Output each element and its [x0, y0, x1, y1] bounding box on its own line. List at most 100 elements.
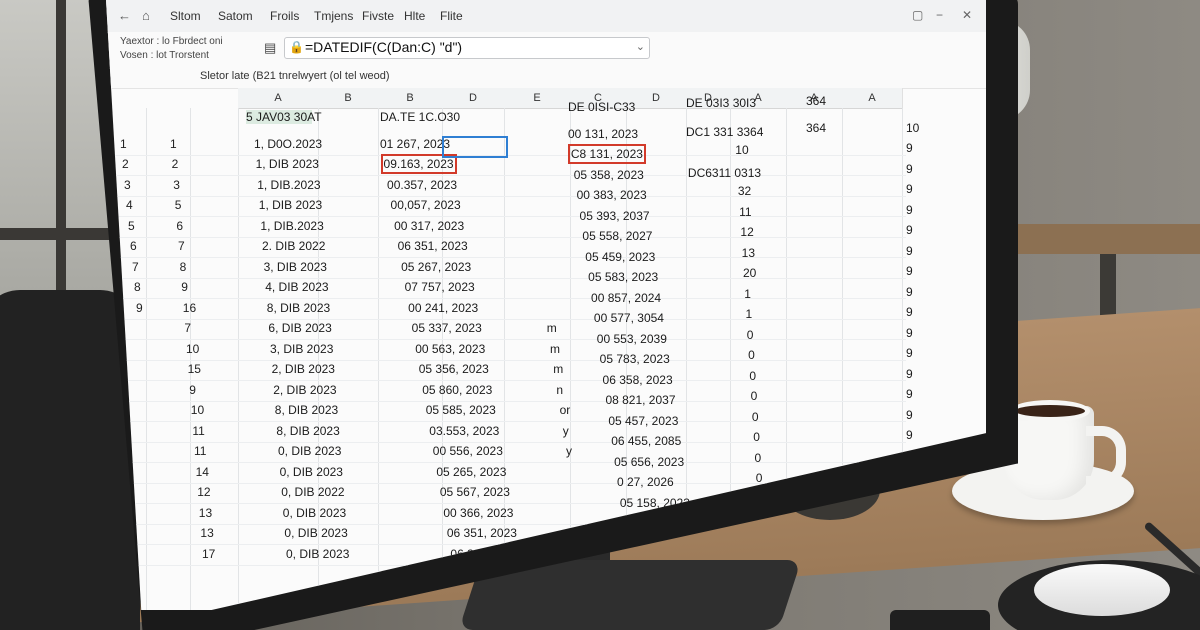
cell-d2[interactable]: 0	[754, 451, 761, 465]
cell-last[interactable]: 9	[906, 141, 913, 155]
cell-c[interactable]: 06 455, 2085	[611, 434, 681, 448]
cell-last[interactable]: 9	[906, 408, 913, 422]
cell-d[interactable]: DC6311 0313	[688, 166, 761, 180]
cell-d2[interactable]: 20	[743, 266, 756, 280]
cell-last[interactable]: 9	[906, 367, 913, 381]
cell-b[interactable]: 05 567, 2023	[440, 485, 510, 499]
cell-c[interactable]: 05 393, 2037	[580, 209, 650, 223]
col-header-d2[interactable]: D	[626, 88, 687, 109]
menu-item[interactable]: Fivste	[362, 9, 394, 23]
cell-c[interactable]: 05 783, 2023	[600, 352, 670, 366]
menu-item[interactable]: Flite	[440, 9, 463, 23]
cell-b[interactable]: 00 366, 2023	[443, 506, 513, 520]
close-icon[interactable]: ✕	[962, 8, 972, 22]
cell-c[interactable]: 00 553, 2039	[597, 332, 667, 346]
cell-e[interactable]: y	[563, 424, 569, 438]
cell-d2[interactable]: 0	[753, 430, 760, 444]
menu-item[interactable]: Satom	[218, 9, 253, 23]
cell-c[interactable]: 00 131, 2023	[568, 127, 638, 141]
cell-b[interactable]: 06 351, 2023	[398, 239, 468, 253]
col-header-e[interactable]: E	[504, 88, 571, 109]
window-icon[interactable]: ▢	[912, 8, 923, 22]
cell-a[interactable]: 0, DIB 2023	[278, 444, 341, 458]
cell-d2[interactable]: 1	[746, 307, 753, 321]
cell-c[interactable]: 05 358, 2023	[574, 168, 644, 182]
cell-d2[interactable]: 32	[738, 184, 751, 198]
cell-a[interactable]: 0, DIB 2023	[280, 465, 343, 479]
cell-last[interactable]: 9	[906, 428, 913, 442]
cell-d[interactable]: DC1 331 3364	[686, 125, 763, 139]
cell-b[interactable]: 01 267, 2023	[380, 137, 450, 151]
minimize-icon[interactable]: −	[936, 8, 943, 22]
cell-e[interactable]: y	[566, 444, 572, 458]
cell-c[interactable]: 05 459, 2023	[585, 250, 655, 264]
cell-b[interactable]: 00.357, 2023	[387, 178, 457, 192]
cell-c[interactable]: 05 656, 2023	[614, 455, 684, 469]
cell-b[interactable]: 00 241, 2023	[408, 301, 478, 315]
cell-b[interactable]: 05 860, 2023	[422, 383, 492, 397]
cell-a[interactable]: 2, DIB 2023	[273, 383, 336, 397]
cell-e[interactable]: m	[553, 362, 563, 376]
home-icon[interactable]: ⌂	[142, 8, 150, 23]
cell-d2[interactable]: 12	[740, 225, 753, 239]
cell-c[interactable]: 00 857, 2024	[591, 291, 661, 305]
cell-a[interactable]: 1, DIB.2023	[260, 219, 323, 233]
cell-d2[interactable]: 1	[744, 287, 751, 301]
cell-d2[interactable]: 10	[735, 143, 748, 157]
cell-d2[interactable]: 0	[756, 471, 763, 485]
cell-last[interactable]: 9	[906, 223, 913, 237]
cell-a[interactable]: 0, DIB 2022	[281, 485, 344, 499]
menu-item[interactable]: Sltom	[170, 9, 201, 23]
cell-a[interactable]: 8, DIB 2023	[275, 403, 338, 417]
cell-b[interactable]: 00,057, 2023	[391, 198, 461, 212]
cell-d2[interactable]: 13	[742, 246, 755, 260]
chevron-down-icon[interactable]: ⌄	[636, 40, 645, 53]
formula-bar[interactable]: 🔒 =DATEDIF(C(Dan:C) "d") ⌄	[284, 37, 650, 59]
menu-item[interactable]: Tmjens	[314, 9, 353, 23]
cell-a[interactable]: 0, DIB 2023	[283, 506, 346, 520]
cell-c[interactable]: 0 27, 2026	[617, 475, 674, 489]
col-header-a[interactable]: A	[238, 88, 319, 109]
cell-b[interactable]: 05 267, 2023	[401, 260, 471, 274]
cell-last[interactable]: 9	[906, 326, 913, 340]
cell-last[interactable]: 9	[906, 162, 913, 176]
cell-c[interactable]: 05 558, 2027	[582, 229, 652, 243]
cell-last[interactable]: 10	[906, 121, 919, 135]
menu-item[interactable]: Hlte	[404, 9, 425, 23]
selection-box[interactable]	[442, 136, 508, 158]
cell-c[interactable]: C8 131, 2023	[567, 144, 646, 164]
cell-a[interactable]: 6, DIB 2023	[268, 321, 331, 335]
cell-a[interactable]: 2. DIB 2022	[262, 239, 325, 253]
back-arrow-icon[interactable]: ←	[118, 8, 131, 23]
cell-a[interactable]: 8, DIB 2023	[267, 301, 330, 315]
cell-b[interactable]: 05 585, 2023	[426, 403, 496, 417]
cell-e[interactable]: m	[547, 321, 557, 335]
cell-last[interactable]: 9	[906, 182, 913, 196]
cell-c[interactable]: 05 457, 2023	[608, 414, 678, 428]
cell-a[interactable]: 1, DIB 2023	[259, 198, 322, 212]
cell-a[interactable]: 1, DIB.2023	[257, 178, 320, 192]
cell-c[interactable]: 08 821, 2037	[605, 393, 675, 407]
cell-b[interactable]: 00 317, 2023	[394, 219, 464, 233]
cell-a[interactable]: 3, DIB 2023	[264, 260, 327, 274]
cell-a[interactable]: 3, DIB 2023	[270, 342, 333, 356]
cell-a[interactable]: 1, DIB 2023	[256, 157, 319, 171]
menu-item[interactable]: Froils	[270, 9, 299, 23]
cell-d2[interactable]: 0	[752, 410, 759, 424]
cell-a[interactable]: 2, DIB 2023	[272, 362, 335, 376]
cell-d2[interactable]: 0	[749, 369, 756, 383]
cell-b[interactable]: 05 337, 2023	[412, 321, 482, 335]
cell-a2[interactable]: 364	[806, 121, 826, 135]
cell-b[interactable]: 07 757, 2023	[405, 280, 475, 294]
col-header-a4[interactable]: A	[842, 88, 903, 109]
cell-c[interactable]: 06 358, 2023	[603, 373, 673, 387]
sheet-icon[interactable]: ▤	[264, 40, 276, 56]
cell-b[interactable]: 05 356, 2023	[419, 362, 489, 376]
cell-b[interactable]: 00 563, 2023	[415, 342, 485, 356]
col-header-d[interactable]: D	[442, 88, 505, 109]
cell-d2[interactable]: 11	[739, 205, 751, 219]
cell-last[interactable]: 9	[906, 305, 913, 319]
cell-a[interactable]: 1, D0O.2023	[254, 137, 322, 151]
cell-last[interactable]: 9	[906, 244, 913, 258]
cell-b[interactable]: 00 556, 2023	[433, 444, 503, 458]
